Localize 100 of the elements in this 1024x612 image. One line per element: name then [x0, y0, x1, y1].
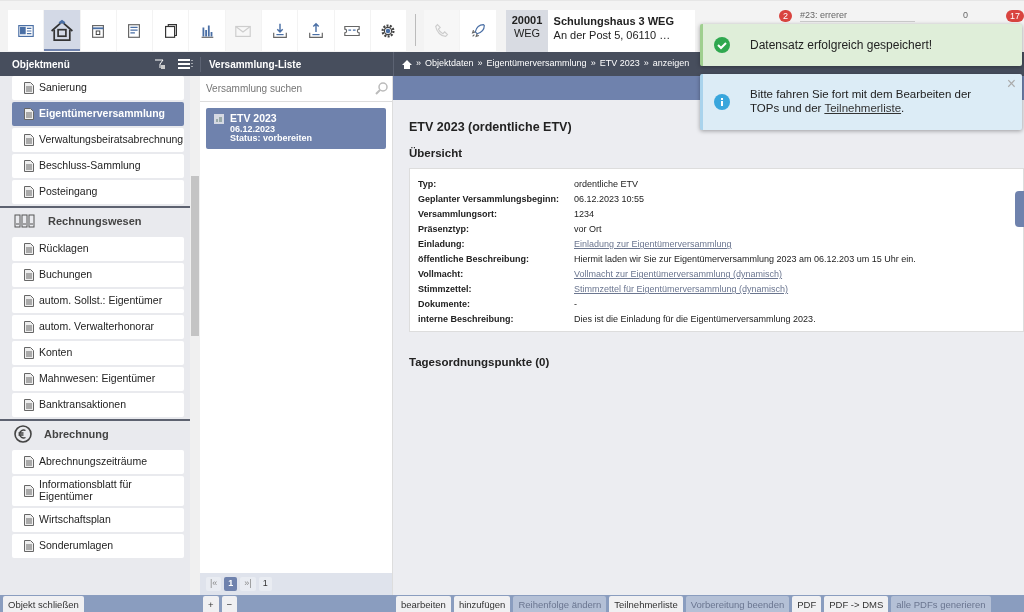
menu-item[interactable]: Eigentümerversammlung	[12, 102, 184, 126]
field-label: Stimmzettel:	[418, 283, 473, 296]
document-icon	[24, 514, 34, 526]
breadcrumb-link[interactable]: Objektdaten	[425, 57, 474, 71]
notification-text: Bitte fahren Sie fort mit dem Bearbeiten der TOPs und der Teilnehmerliste.	[750, 88, 973, 116]
menu-item[interactable]: Posteingang	[12, 180, 184, 204]
section-title: Übersicht	[409, 145, 464, 161]
breadcrumb-link[interactable]: anzeigen	[652, 57, 690, 71]
menu-item[interactable]: Abrechnungszeiträume	[12, 450, 184, 474]
menu-item[interactable]: Rücklagen	[12, 237, 184, 261]
menu-item[interactable]: Sonderumlagen	[12, 534, 184, 558]
breadcrumb-link[interactable]: Eigentümerversammlung	[486, 57, 587, 71]
action-button[interactable]: hinzufügen	[453, 596, 511, 612]
notification-link[interactable]: Teilnehmerliste	[824, 102, 902, 114]
document-icon	[24, 269, 34, 281]
panel-title: Objektmenü	[12, 57, 71, 72]
breadcrumb-separator: »	[477, 57, 483, 71]
document-icon	[24, 108, 34, 120]
entry-date: 06.12.2023	[230, 124, 277, 134]
menu-item[interactable]: Beschluss-Sammlung	[12, 154, 184, 178]
object-type: WEG	[512, 26, 542, 40]
toolbar-button[interactable]	[334, 10, 370, 51]
entry-status: Status: vorbereiten	[230, 134, 313, 145]
document-icon	[24, 540, 34, 552]
task-field[interactable]: #23: errerer	[799, 10, 915, 22]
document-icon	[24, 82, 34, 94]
side-handle[interactable]	[1015, 191, 1024, 227]
action-button[interactable]: bearbeiten	[396, 596, 451, 612]
menu-item[interactable]: Buchungen	[12, 263, 184, 287]
document-icon	[24, 186, 34, 198]
document-icon	[24, 373, 34, 385]
check-icon	[714, 37, 730, 53]
house-icon	[48, 17, 75, 44]
close-object-button[interactable]: Objekt schließen	[3, 596, 84, 612]
field-link[interactable]: Vollmacht zur Eigentümerversammlung (dynamisch)	[574, 267, 783, 282]
menu-item[interactable]: autom. Verwalterhonorar	[12, 315, 184, 339]
page-number[interactable]: 1	[224, 577, 238, 591]
field-label: interne Beschreibung:	[418, 313, 515, 326]
field-value: Hiermit laden wir Sie zur Eigentümerversammlung 2023 am 06.12.203 um 15 Uhr ein.	[574, 253, 916, 266]
menu-item[interactable]: Banktransaktionen	[12, 393, 184, 417]
menu-item[interactable]: Sanierung	[12, 76, 184, 100]
menu-item[interactable]: autom. Sollst.: Eigentümer	[12, 289, 184, 313]
download-icon	[270, 21, 289, 40]
meeting-title: ETV 2023 (ordentliche ETV)	[409, 119, 573, 136]
toolbar-button[interactable]	[370, 10, 407, 51]
remove-button[interactable]: −	[221, 596, 238, 612]
menu-item[interactable]: Informationsblatt für Eigentümer	[12, 476, 184, 506]
notification-badge: 2	[778, 10, 792, 22]
toolbar-button[interactable]	[153, 10, 189, 51]
object-address: An der Post 5, 06110 …	[553, 28, 672, 43]
meeting-entry[interactable]: ETV 2023 06.12.2023 Status: vorbereiten	[206, 108, 386, 150]
field-value: vor Ort	[574, 223, 602, 236]
field-value: 1234	[574, 208, 595, 221]
menu-item[interactable]: Wirtschaftsplan	[12, 508, 184, 532]
field-label: Dokumente:	[418, 298, 471, 311]
search-field[interactable]: Versammlung suchen	[204, 80, 371, 97]
field-label: Typ:	[418, 178, 438, 191]
document-icon	[24, 243, 34, 255]
field-value: Dies ist die Einladung für die Eigentümerversammlung 2023.	[574, 313, 816, 326]
menu-item[interactable]: Mahnwesen: Eigentümer	[12, 367, 184, 391]
panel-title: Versammlung-Liste	[209, 58, 302, 70]
phone-icon	[432, 21, 451, 40]
home-icon[interactable]	[402, 59, 412, 69]
rocket-icon	[469, 21, 487, 40]
object-number: 20001	[510, 14, 544, 27]
document-icon	[24, 160, 34, 172]
entry-title: ETV 2023	[230, 113, 278, 125]
scrollbar[interactable]	[190, 76, 200, 595]
field-link[interactable]: Stimmzettel für Eigentümerversammlung (dynamisch)	[574, 282, 789, 297]
field-value: 06.12.2023 10:55	[574, 193, 645, 206]
document-icon	[24, 321, 34, 333]
field-label: Versammlungsort:	[418, 208, 499, 221]
info-icon	[714, 94, 730, 110]
toolbar-button[interactable]	[80, 10, 116, 51]
euro-icon	[14, 425, 32, 443]
field-label: Vollmacht:	[418, 268, 465, 281]
breadcrumb-link[interactable]: ETV 2023	[599, 57, 640, 71]
field-label: öffentliche Beschreibung:	[418, 253, 530, 266]
toolbar-button[interactable]	[44, 10, 80, 51]
field-link[interactable]: Einladung zur Eigentümerversammlung	[574, 237, 732, 252]
message-badge: 17	[1005, 10, 1024, 22]
object-name: Schulungshaus 3 WEG	[553, 14, 675, 29]
meeting-icon	[214, 114, 224, 124]
action-button[interactable]: PDF -> DMS	[824, 596, 889, 612]
field-label: Geplanter Versammlungsbeginn:	[418, 193, 561, 206]
document-icon	[24, 485, 34, 497]
menu-icon[interactable]	[178, 58, 194, 70]
section-title: Tagesordnungspunkte (0)	[409, 355, 551, 370]
document-icon	[24, 456, 34, 468]
action-button[interactable]: PDF	[792, 596, 822, 612]
menu-item[interactable]: Verwaltungsbeiratsabrechnung	[12, 128, 184, 152]
menu-item[interactable]: Konten	[12, 341, 184, 365]
field-value: ordentliche ETV	[574, 178, 639, 191]
document-icon	[24, 347, 34, 359]
document-icon	[24, 134, 34, 146]
menu-section-header[interactable]: Rechnungswesen	[0, 206, 190, 234]
action-button[interactable]: Teilnehmerliste	[609, 596, 683, 612]
add-button[interactable]: +	[203, 596, 219, 612]
field-value: -	[574, 298, 577, 311]
page-count: 1	[258, 577, 272, 591]
